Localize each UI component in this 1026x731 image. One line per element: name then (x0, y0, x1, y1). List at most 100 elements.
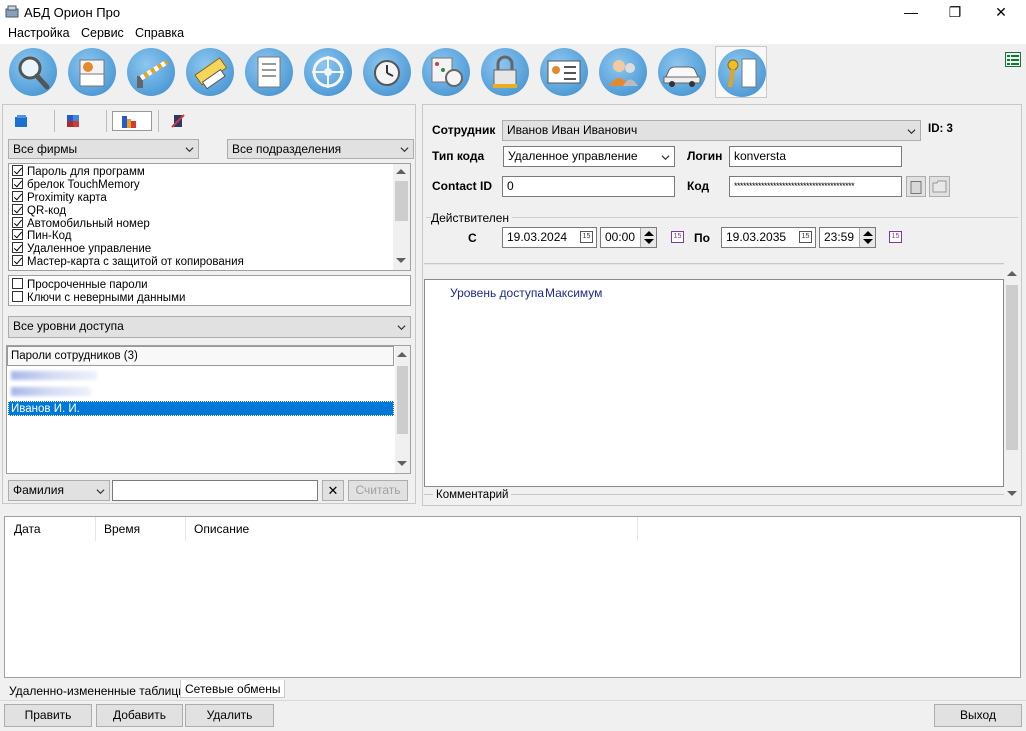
departments-combo[interactable]: Все подразделения (227, 139, 414, 159)
from-date-input[interactable]: 19.03.2024 15 (502, 227, 597, 248)
calendar-icon[interactable]: 15 (889, 231, 902, 243)
card-icon (910, 181, 922, 194)
toolbar-button-key[interactable] (715, 46, 767, 98)
list-item-selected[interactable]: Иванов И. И. (8, 401, 394, 416)
column-date[interactable]: Дата (6, 517, 96, 541)
ruler-icon (194, 57, 228, 90)
printer-icon (79, 59, 105, 87)
checkbox-row[interactable]: Proximity карта (12, 190, 392, 204)
calendar-icon[interactable]: 15 (799, 231, 812, 243)
toolbar-button-car[interactable] (656, 46, 708, 98)
lock-icon (493, 55, 517, 88)
document-icon (257, 56, 281, 88)
toolbar-button-search[interactable] (7, 46, 59, 98)
tab-network-exchanges[interactable]: Сетевые обмены (180, 680, 286, 698)
code-read-button[interactable] (906, 176, 926, 197)
to-date-input[interactable]: 19.03.2035 15 (721, 227, 816, 248)
checkbox-label: Удаленное управление (27, 243, 152, 256)
log-table: Дата Время Описание (4, 516, 1021, 678)
checkbox-row[interactable]: брелок TouchMemory (12, 177, 392, 191)
code-type-combo[interactable]: Удаленное управление (503, 146, 675, 167)
delete-button[interactable]: Удалить (185, 704, 274, 727)
toolbar-button-lock[interactable] (479, 46, 531, 98)
list-item[interactable] (9, 384, 394, 399)
toolbar-button-id-card[interactable] (538, 46, 590, 98)
employee-label: Сотрудник (432, 123, 496, 137)
toolbar-button-printer[interactable] (66, 46, 118, 98)
disable-icon[interactable] (170, 113, 186, 129)
checkbox-row[interactable]: Просроченные пароли (12, 278, 407, 291)
add-button[interactable]: Добавить (96, 704, 183, 727)
calendar-icon[interactable]: 15 (671, 231, 684, 243)
close-button[interactable]: ✕ (978, 0, 1024, 24)
checkbox-row[interactable]: Автомобильный номер (12, 216, 392, 230)
tree-icon[interactable] (14, 114, 28, 128)
exit-button[interactable]: Выход (934, 704, 1022, 727)
search-field-combo[interactable]: Фамилия (8, 480, 110, 501)
building-tab[interactable] (112, 111, 152, 131)
toolbar-button-document[interactable] (243, 46, 295, 98)
details-scrollbar[interactable] (1004, 265, 1020, 503)
search-input[interactable] (112, 480, 318, 501)
key-types-scrollbar[interactable] (393, 164, 410, 270)
toolbar-button-ruler[interactable] (184, 46, 236, 98)
code-generate-button[interactable] (929, 176, 950, 197)
menu-service[interactable]: Сервис (81, 26, 124, 40)
list-header: Пароли сотрудников (3) (7, 346, 394, 366)
checkbox-checked[interactable] (12, 216, 23, 228)
maximize-button[interactable]: ❐ (932, 0, 978, 24)
cubes-icon[interactable] (66, 114, 80, 128)
checkbox-row[interactable]: Ключи с неверными данными (12, 291, 407, 304)
valid-label: Действителен (431, 211, 513, 225)
toolbar-button-alarm-clock[interactable] (361, 46, 413, 98)
checkbox-label: Просроченные пароли (27, 279, 148, 291)
list-view-icon[interactable] (1005, 52, 1021, 67)
checkbox-checked[interactable] (12, 203, 23, 215)
menu-settings[interactable]: Настройка (8, 26, 70, 40)
time-spinner[interactable] (640, 228, 656, 247)
chevron-down-icon (96, 489, 105, 495)
minimize-button[interactable]: — (888, 0, 934, 24)
checkbox-checked[interactable] (12, 229, 23, 241)
id-card-icon (547, 60, 581, 84)
column-time[interactable]: Время (96, 517, 186, 541)
checkbox-row[interactable]: Удаленное управление (12, 242, 392, 255)
code-input[interactable]: **************************************** (729, 176, 902, 197)
contact-id-input[interactable]: 0 (502, 176, 675, 197)
employee-combo[interactable]: Иванов Иван Иванович (502, 120, 921, 141)
to-time-input[interactable]: 23:59 (819, 227, 876, 248)
toolbar-button-users[interactable] (597, 46, 649, 98)
from-time-input[interactable]: 00:00 (600, 227, 657, 248)
time-spinner[interactable] (859, 228, 875, 247)
checkbox-checked[interactable] (12, 190, 23, 202)
column-description[interactable]: Описание (186, 517, 638, 541)
checkbox-row[interactable]: Пин-Код (12, 229, 392, 242)
checkbox-row[interactable]: Мастер-карта с защитой от копирования (12, 255, 392, 268)
list-scrollbar[interactable] (395, 346, 410, 473)
checkbox-unchecked[interactable] (12, 278, 23, 289)
toolbar-button-wheel[interactable] (302, 46, 354, 98)
checkbox-unchecked[interactable] (12, 291, 23, 302)
firms-combo[interactable]: Все фирмы (8, 139, 199, 159)
checkbox-checked[interactable] (12, 165, 23, 176)
menu-help[interactable]: Справка (135, 26, 184, 40)
checkbox-label: Автомобильный номер (27, 217, 150, 230)
read-button[interactable]: Считать (348, 480, 408, 501)
access-level-combo[interactable]: Все уровни доступа (8, 316, 411, 338)
key-types-list: Пароль для программ брелок TouchMemory Pro… (8, 163, 411, 271)
checkbox-row[interactable]: Пароль для программ (12, 165, 392, 178)
edit-button[interactable]: Править (4, 704, 92, 727)
view-tabs (8, 110, 412, 134)
checkbox-row[interactable]: QR-код (12, 203, 392, 217)
scroll-down-icon (397, 461, 407, 466)
list-item[interactable] (9, 368, 394, 383)
clear-search-button[interactable]: ✕ (322, 480, 344, 501)
checkbox-checked[interactable] (12, 242, 23, 254)
tab-remote-tables[interactable]: Удаленно-измененные таблицы (5, 682, 191, 700)
checkbox-checked[interactable] (12, 177, 23, 189)
toolbar-button-schedule[interactable] (420, 46, 472, 98)
checkbox-checked[interactable] (12, 255, 23, 267)
login-input[interactable]: konversta (729, 146, 902, 167)
toolbar-button-barrier[interactable] (125, 46, 177, 98)
calendar-icon[interactable]: 15 (580, 231, 593, 243)
